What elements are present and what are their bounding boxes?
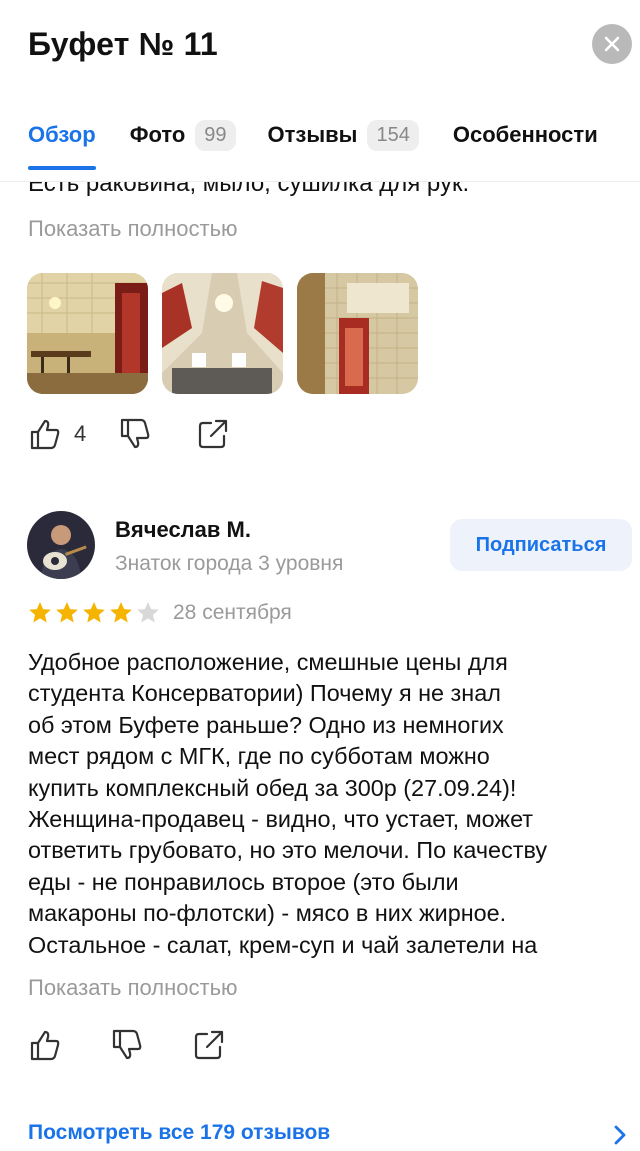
page-title: Буфет № 11 [28,26,218,62]
review-photo-2[interactable] [162,273,283,394]
share-button[interactable] [196,417,230,451]
all-reviews-link[interactable]: Посмотреть все 179 отзывов [28,1121,330,1145]
dislike-button[interactable] [110,1028,144,1062]
like-count: 4 [74,421,87,446]
tab-label: Отзывы [267,122,358,147]
review-photo-1[interactable] [27,273,148,394]
tab-count-badge: 154 [367,119,419,151]
thumbs-down-icon [112,1029,142,1060]
star-empty-icon [137,601,159,623]
subscribe-button[interactable]: Подписаться [450,519,632,571]
chevron-right-icon[interactable] [612,1124,628,1146]
review-text: Удобное расположение, смешные цены для с… [28,649,548,958]
close-button[interactable] [592,24,632,64]
dislike-button[interactable] [118,417,152,451]
avatar[interactable] [27,511,95,579]
review-author-name[interactable]: Вячеслав М. [115,517,251,543]
entrance-sign-photo [297,273,418,394]
share-icon [199,419,228,449]
like-button[interactable] [28,1028,62,1062]
avatar-image [27,511,95,579]
tab-count-badge: 99 [195,119,236,151]
header: Буфет № 11 Обзор Фото 99 Отзывы 154 Особ… [0,0,640,182]
tab-label: Обзор [28,122,96,147]
previous-review-actions: 4 [28,417,230,451]
show-more-link[interactable]: Показать полностью [28,216,238,242]
close-icon [604,36,620,52]
review-actions [28,1028,226,1062]
tab-reviews[interactable]: Отзывы 154 [268,115,419,155]
share-icon [194,1030,224,1060]
star-filled-icon [83,601,105,623]
star-rating [27,600,161,626]
tab-bar: Обзор Фото 99 Отзывы 154 Особенности [28,115,598,170]
review-date: 28 сентября [173,601,292,624]
thumbs-up-icon [30,419,60,450]
review-photos [27,273,418,394]
review-rating-row: 28 сентября [27,600,292,626]
interior-ceiling-photo [162,273,283,394]
thumbs-up-icon [30,1030,60,1061]
tab-label: Фото [129,122,186,147]
tab-label: Особенности [452,122,598,147]
tab-features[interactable]: Особенности [453,115,598,155]
review-author: Вячеслав М. Знаток города 3 уровня Подпи… [27,511,632,581]
review-photo-3[interactable] [297,273,418,394]
tab-photos[interactable]: Фото 99 [130,115,236,155]
tab-overview[interactable]: Обзор [28,115,96,170]
thumbs-down-icon [121,418,150,449]
review-author-level: Знаток города 3 уровня [115,552,344,575]
star-filled-icon [110,601,132,623]
show-more-link[interactable]: Показать полностью [28,975,238,1001]
share-button[interactable] [192,1028,226,1062]
interior-bar-photo [27,273,148,394]
star-filled-icon [56,601,78,623]
star-filled-icon [29,601,51,623]
like-button[interactable]: 4 [28,417,86,451]
